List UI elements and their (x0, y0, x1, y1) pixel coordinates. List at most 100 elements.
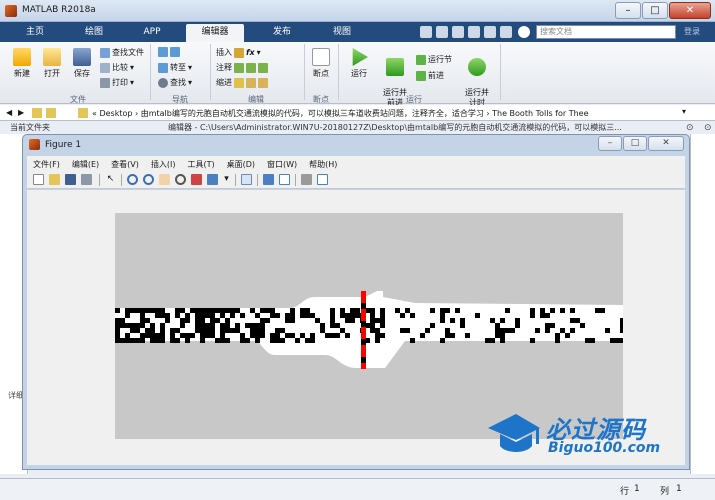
path-breadcrumb[interactable]: « Desktop › 由mtalb编写的元胞自动机交通流模拟的代码，可以模拟三… (92, 108, 589, 119)
vehicle-cell (290, 318, 295, 323)
vehicle-cell (210, 313, 215, 318)
quick-access-copy-icon[interactable] (452, 26, 464, 38)
back-arrow-icon[interactable]: ◀ (6, 108, 16, 118)
new-figure-icon[interactable] (33, 174, 44, 185)
vehicle-cell (125, 323, 130, 328)
compare-dropdown-icon[interactable]: ▾ (130, 63, 134, 72)
search-documentation-input[interactable]: 搜索文档 (536, 25, 676, 39)
insert-legend-icon[interactable] (279, 174, 290, 185)
login-link[interactable]: 登录 (684, 26, 700, 37)
new-button[interactable]: 新建 (8, 48, 36, 79)
vehicle-cell (125, 338, 130, 343)
insert-dropdown-icon[interactable]: ▾ (257, 48, 261, 57)
tab-editor[interactable]: 编辑器 (186, 24, 244, 42)
run-button[interactable]: 运行 (344, 48, 374, 79)
figure-maximize-button[interactable]: □ (623, 136, 647, 151)
help-icon[interactable] (518, 26, 530, 38)
pan-icon[interactable] (159, 174, 170, 185)
tab-apps[interactable]: APP (128, 24, 176, 42)
quick-access-undo-icon[interactable] (484, 26, 496, 38)
print-button[interactable]: 打印 ▾ (100, 77, 134, 88)
goto-button[interactable]: 转至 ▾ (158, 62, 192, 73)
comment-button[interactable]: 注释 (216, 62, 268, 73)
insert-colorbar-icon[interactable] (263, 174, 274, 185)
tab-plots[interactable]: 绘图 (68, 24, 120, 42)
vehicle-cell (275, 338, 280, 343)
tab-view[interactable]: 视图 (316, 24, 368, 42)
tab-home[interactable]: 主页 (10, 24, 60, 42)
editor-scroll-area[interactable] (690, 134, 715, 474)
fx-icon[interactable]: fx (246, 48, 255, 57)
indent-button[interactable]: 缩进 (216, 77, 268, 88)
quick-access-cut-icon[interactable] (436, 26, 448, 38)
vehicle-cell (265, 318, 270, 323)
print-figure-icon[interactable] (81, 174, 92, 185)
menu-tools[interactable]: 工具(T) (181, 156, 220, 171)
menu-view[interactable]: 查看(V) (105, 156, 145, 171)
vehicle-cell (430, 308, 435, 313)
link-plot-icon[interactable] (241, 174, 252, 185)
insert-button[interactable]: 插入 fx ▾ (216, 47, 261, 58)
brush-dropdown-icon[interactable]: ▾ (221, 174, 232, 185)
path-dropdown-icon[interactable]: ▾ (682, 107, 686, 116)
menu-edit[interactable]: 编辑(E) (66, 156, 105, 171)
panel-close-icon[interactable]: ⊙ (704, 123, 712, 133)
menu-help[interactable]: 帮助(H) (303, 156, 343, 171)
navigate-arrows[interactable] (158, 47, 180, 57)
save-button[interactable]: 保存 (68, 48, 96, 79)
hide-plot-tools-icon[interactable] (301, 174, 312, 185)
show-plot-tools-icon[interactable] (317, 174, 328, 185)
data-cursor-icon[interactable] (191, 174, 202, 185)
open-button[interactable]: 打开 (38, 48, 66, 79)
edit-plot-icon[interactable]: ↖ (105, 174, 116, 185)
vehicle-cell (290, 333, 295, 338)
find-button[interactable]: 查找 ▾ (158, 77, 192, 88)
vehicle-cell (195, 318, 200, 323)
rotate-3d-icon[interactable] (175, 174, 186, 185)
toolbar-separator (121, 174, 122, 186)
run-time-button[interactable]: 运行并 计时 (460, 48, 494, 108)
menu-window[interactable]: 窗口(W) (261, 156, 303, 171)
toolstrip-tabs: 主页 绘图 APP 编辑器 发布 视图 搜索文档 登录 (0, 22, 715, 42)
compare-button[interactable]: 比较 ▾ (100, 62, 134, 73)
vehicle-cell (330, 313, 335, 318)
vehicle-cell (115, 318, 120, 323)
browse-folder-icon[interactable] (46, 108, 56, 118)
breakpoints-button[interactable]: 断点 (308, 48, 334, 79)
open-file-icon[interactable] (49, 174, 60, 185)
find-dropdown-icon[interactable]: ▾ (188, 78, 192, 87)
vehicle-cell (200, 333, 205, 338)
tab-publish[interactable]: 发布 (254, 24, 310, 42)
current-folder-panel-title: 当前文件夹 (10, 123, 50, 132)
brush-icon[interactable] (207, 174, 218, 185)
print-dropdown-icon[interactable]: ▾ (130, 78, 134, 87)
minimize-button[interactable]: – (615, 2, 641, 19)
maximize-button[interactable]: □ (642, 2, 668, 19)
panel-options-icon[interactable]: ⊙ (686, 123, 694, 133)
up-folder-icon[interactable] (32, 108, 42, 118)
menu-insert[interactable]: 插入(I) (145, 156, 182, 171)
ribbon-separator (150, 44, 151, 100)
quick-access-paste-icon[interactable] (468, 26, 480, 38)
figure-close-button[interactable]: ✕ (648, 136, 684, 151)
menu-desktop[interactable]: 桌面(D) (221, 156, 261, 171)
vehicle-cell (590, 338, 595, 343)
edit-group-label: 编辑 (248, 95, 264, 104)
menu-file[interactable]: 文件(F) (27, 156, 66, 171)
run-advance-icon (386, 58, 404, 76)
forward-arrow-icon[interactable]: ▶ (18, 108, 28, 118)
zoom-in-icon[interactable] (127, 174, 138, 185)
goto-dropdown-icon[interactable]: ▾ (188, 63, 192, 72)
advance-button[interactable]: 前进 (416, 70, 444, 81)
vehicle-cell (195, 323, 200, 328)
print-icon (100, 77, 110, 88)
quick-access-save-icon[interactable] (420, 26, 432, 38)
zoom-out-icon[interactable] (143, 174, 154, 185)
figure-minimize-button[interactable]: – (598, 136, 622, 151)
run-section-button[interactable]: 运行节 (416, 54, 452, 65)
save-figure-icon[interactable] (65, 174, 76, 185)
figure-title: Figure 1 (45, 140, 82, 150)
find-files-button[interactable]: 查找文件 (100, 47, 144, 58)
close-button[interactable]: ✕ (669, 2, 711, 19)
quick-access-redo-icon[interactable] (500, 26, 512, 38)
